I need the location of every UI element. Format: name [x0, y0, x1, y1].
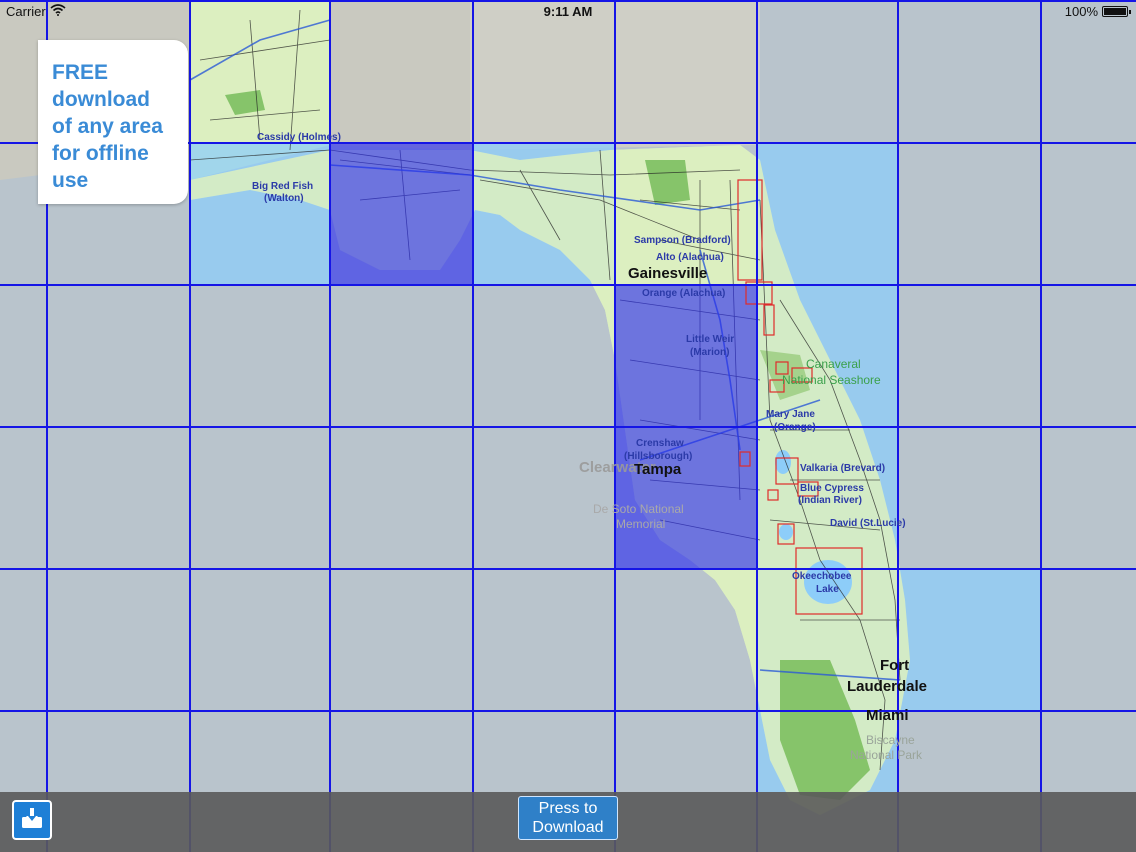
place-label: Big Red Fish	[252, 181, 313, 192]
place-label: Biscayne	[866, 733, 915, 747]
place-label: Mary Jane	[766, 409, 815, 420]
place-label: Okeechobee	[792, 571, 852, 582]
place-label: Lake	[816, 584, 839, 595]
place-label: David (St.Lucie)	[830, 518, 906, 529]
city-label-fort: Fort	[880, 657, 909, 674]
place-label: Little Weir	[686, 334, 734, 345]
place-label: National Park	[850, 748, 923, 762]
place-label: (Marion)	[690, 347, 729, 358]
place-label: Crenshaw	[636, 438, 684, 449]
selected-tile[interactable]	[330, 143, 473, 285]
city-label-miami: Miami	[866, 707, 909, 724]
city-label-gainesville: Gainesville	[628, 265, 707, 282]
place-label: De Soto National	[593, 502, 684, 516]
place-label: (Indian River)	[798, 495, 862, 506]
place-label: (Orange)	[774, 422, 816, 433]
place-label: Sampson (Bradford)	[634, 235, 731, 246]
city-label-lauderdale: Lauderdale	[847, 678, 927, 695]
bottom-toolbar: Press to Download	[0, 792, 1136, 852]
place-label: Alto (Alachua)	[656, 252, 724, 263]
download-icon	[19, 805, 45, 836]
download-manager-button[interactable]	[12, 800, 52, 840]
city-label-tampa: Tampa	[634, 461, 682, 478]
place-label: Cassidy (Holmes)	[257, 132, 341, 143]
place-label: Orange (Alachua)	[642, 288, 725, 299]
place-label: Blue Cypress	[800, 483, 864, 494]
place-label: Canaveral	[806, 357, 861, 371]
promo-text: FREE download of any area for offline us…	[52, 61, 163, 192]
press-to-download-button[interactable]: Press to Download	[518, 796, 618, 840]
place-label: Memorial	[616, 517, 665, 531]
promo-banner: FREE download of any area for offline us…	[38, 40, 188, 204]
place-label: National Seashore	[782, 373, 881, 387]
selected-tile[interactable]	[615, 285, 757, 427]
place-label: (Walton)	[264, 193, 304, 204]
place-label: Valkaria (Brevard)	[800, 463, 885, 474]
